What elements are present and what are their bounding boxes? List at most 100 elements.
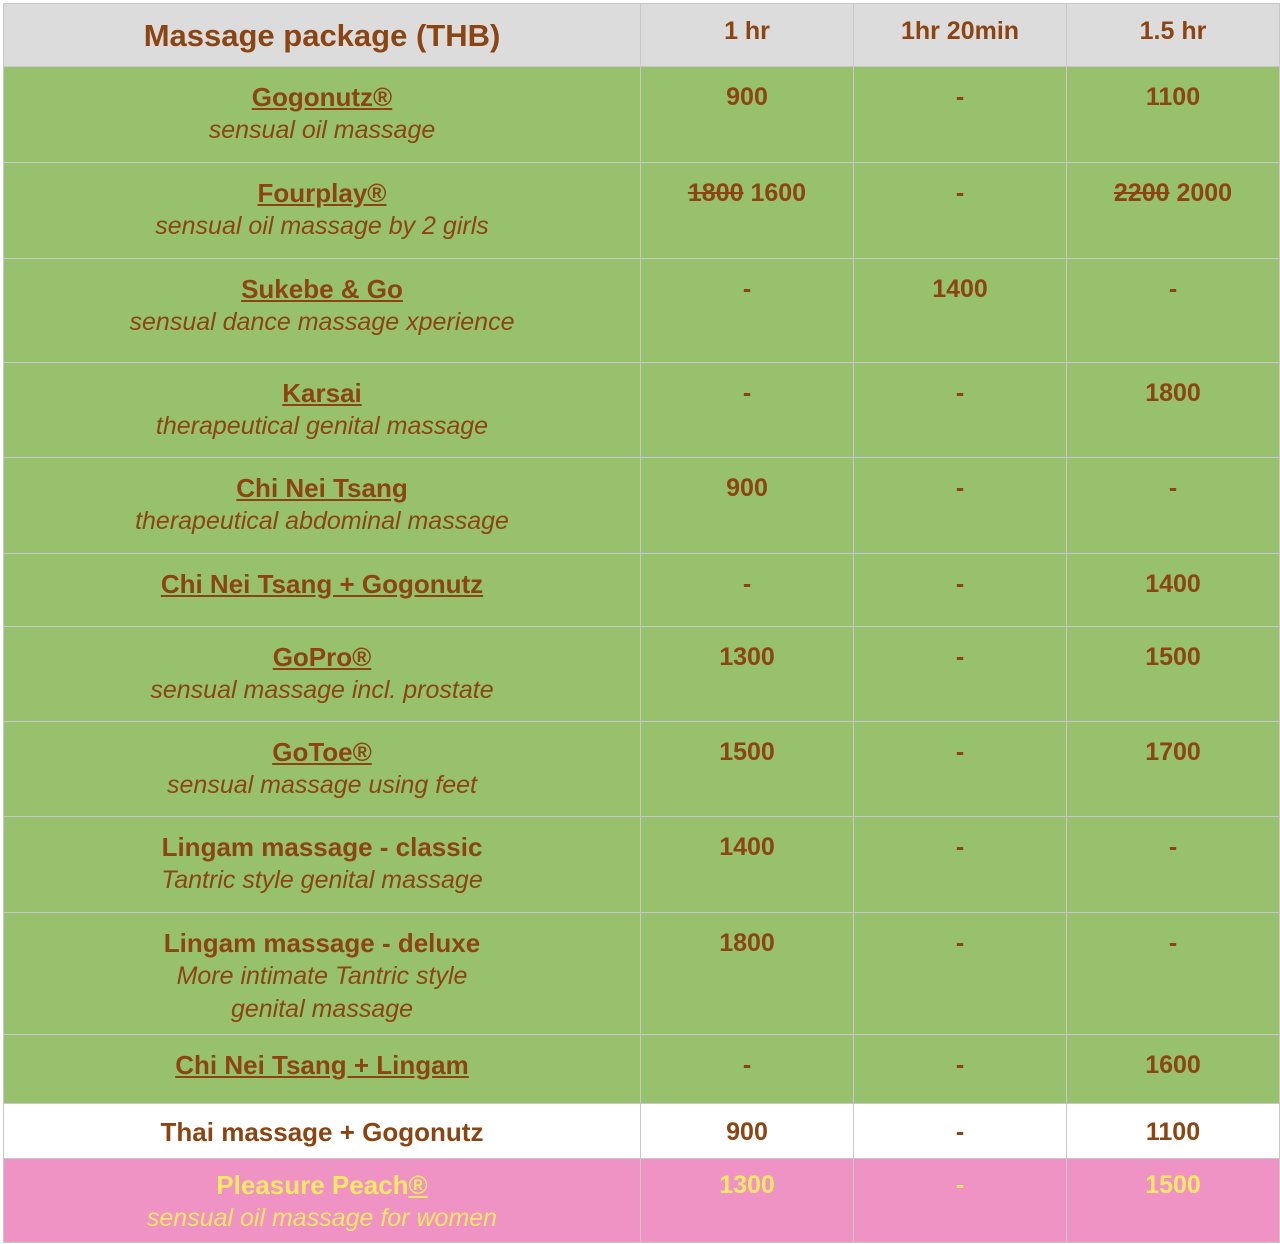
price-cell: - [853,457,1067,554]
package-link[interactable]: Chi Nei Tsang + Lingam [4,1035,640,1082]
price-cell: - [1066,912,1280,1035]
price-cell: 1800 1600 [640,162,854,259]
price-1hr20: - [955,1051,965,1079]
price-1hr: - [742,570,752,598]
package-description: Tantric style genital massage [161,866,483,894]
package-description: sensual oil massage [208,116,436,144]
price-1-5hr: 1100 [1145,83,1201,111]
old-price: 2200 [1113,179,1170,207]
table-row: GoPro® sensual massage incl. prostate 13… [3,626,1280,722]
price-1hr20: - [955,379,965,407]
price-1hr20: - [955,570,965,598]
price-1hr20: - [955,179,965,207]
header-col-1hr: 1 hr [640,3,854,67]
package-link[interactable]: GoToe® [4,722,640,769]
package-cell: Fourplay® sensual oil massage by 2 girls [3,162,641,259]
header-col-1-5hr: 1.5 hr [1066,3,1280,67]
price-1hr20: 1400 [932,275,988,303]
package-link[interactable]: Karsai [4,363,640,410]
header-title: Massage package (THB) [143,18,501,53]
price-1hr20: - [955,1118,965,1146]
package-link[interactable]: Fourplay® [4,163,640,210]
price-1hr: 900 [726,1118,768,1146]
package-name: Lingam massage - classic [161,832,483,862]
price-cell: 2200 2000 [1066,162,1280,259]
package-cell: Sukebe & Go sensual dance massage xperie… [3,258,641,363]
package-description: sensual oil massage by 2 girls [155,212,489,240]
package-description: sensual massage using feet [167,771,477,799]
package-cell: Chi Nei Tsang + Lingam [3,1034,641,1104]
package-description: sensual oil massage for women [146,1204,498,1232]
price-cell: - [853,626,1067,722]
header-row: Massage package (THB) 1 hr 1hr 20min 1.5… [3,3,1280,67]
price-1-5hr: 2200 2000 [1067,163,1279,210]
price-1hr: - [742,379,752,407]
price-cell: 1300 [640,1158,854,1243]
price-cell: - [853,816,1067,913]
package-link[interactable]: GoPro® [4,627,640,674]
package-description: sensual dance massage xperience [129,308,515,336]
package-cell: Gogonutz® sensual oil massage [3,66,641,163]
price-cell: - [853,362,1067,458]
package-link[interactable]: Chi Nei Tsang + Gogonutz [4,554,640,601]
price-cell: 1800 [1066,362,1280,458]
package-cell: Lingam massage - classic Tantric style g… [3,816,641,913]
price-cell: - [853,1034,1067,1104]
price-cell: 1100 [1066,66,1280,163]
price-cell: - [853,912,1067,1035]
package-link[interactable]: Sukebe & Go [4,259,640,306]
price-1hr20: - [955,929,965,957]
price-1hr: 1400 [719,833,775,861]
package-link[interactable]: Chi Nei Tsang [4,458,640,505]
package-cell: Lingam massage - deluxe More intimate Ta… [3,912,641,1035]
price-cell: 1400 [853,258,1067,363]
header-col-label: 1 hr [724,17,770,45]
package-cell: GoPro® sensual massage incl. prostate [3,626,641,722]
table-row: GoToe® sensual massage using feet 1500 -… [3,721,1280,817]
price-1-5hr: - [1168,833,1178,861]
price-cell: 1800 [640,912,854,1035]
table-row: Fourplay® sensual oil massage by 2 girls… [3,162,1280,259]
price-1-5hr: - [1168,275,1178,303]
price-1hr: 1800 [719,929,775,957]
price-table: Massage package (THB) 1 hr 1hr 20min 1.5… [3,3,1280,1243]
price-cell: 1500 [1066,1158,1280,1243]
price-cell: - [853,66,1067,163]
package-cell: Pleasure Peach® sensual oil massage for … [3,1158,641,1243]
package-name: Thai massage + Gogonutz [160,1117,484,1147]
price-1-5hr: 1500 [1145,643,1201,671]
price-cell: 1500 [1066,626,1280,722]
package-cell: GoToe® sensual massage using feet [3,721,641,817]
price-1hr: 1300 [719,643,775,671]
price-cell: - [1066,258,1280,363]
price-cell: 1500 [640,721,854,817]
trademark-mark: ® [408,1170,428,1200]
price-1-5hr: 1800 [1145,379,1201,407]
package-description-line-1: More intimate Tantric style [176,962,468,990]
header-col-1hr20: 1hr 20min [853,3,1067,67]
table-row: Lingam massage - classic Tantric style g… [3,816,1280,913]
price-cell: - [1066,457,1280,554]
price-1-5hr: 1600 [1145,1051,1201,1079]
price-1-5hr: - [1168,929,1178,957]
table-row: Pleasure Peach® sensual oil massage for … [3,1158,1280,1243]
table-row: Lingam massage - deluxe More intimate Ta… [3,912,1280,1035]
table-row: Chi Nei Tsang + Gogonutz - - 1400 [3,553,1280,627]
package-description: therapeutical abdominal massage [135,507,509,535]
price-cell: - [640,362,854,458]
price-1hr20: - [955,738,965,766]
price-cell: 1100 [1066,1103,1280,1159]
package-link[interactable]: Gogonutz® [4,67,640,114]
price-1-5hr: - [1168,474,1178,502]
price-cell: - [640,1034,854,1104]
price-1hr20: - [955,474,965,502]
price-1hr20: - [955,833,965,861]
package-cell: Thai massage + Gogonutz [3,1103,641,1159]
package-link[interactable]: Pleasure Peach® [4,1159,640,1202]
header-col-label: 1hr 20min [900,17,1020,45]
new-price: 2000 [1176,179,1233,207]
new-price: 1600 [750,179,807,207]
price-1-5hr: 1100 [1145,1118,1201,1146]
price-1hr20: - [955,83,965,111]
price-1hr: - [742,275,752,303]
